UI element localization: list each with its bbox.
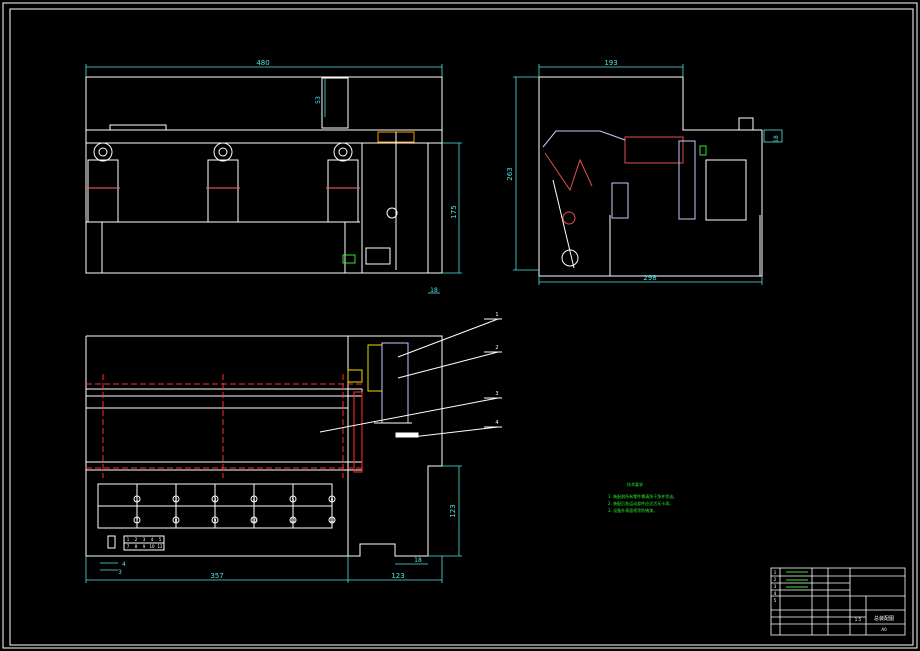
side-gearbox	[705, 159, 747, 221]
front-dim-height: 175	[450, 205, 458, 218]
plan-red-shaft	[353, 391, 363, 473]
plan-lower-rail	[85, 461, 363, 471]
side-dim-small: 18	[773, 135, 780, 143]
legend-label-bottom: 7	[127, 544, 130, 549]
title-block	[770, 567, 906, 636]
plan-dim-width: 357	[210, 572, 223, 580]
front-frame	[85, 76, 443, 274]
front-dim-top: 53	[315, 96, 322, 104]
front-dim-small: 18	[430, 287, 438, 294]
plan-belt	[85, 407, 349, 463]
front-top-bracket	[109, 124, 167, 131]
grid-label-bottom: 7	[136, 518, 139, 523]
front-view	[85, 76, 443, 274]
side-dim-bottom: 298	[643, 274, 656, 282]
title-row-number: 4	[774, 591, 777, 596]
title-row-number: 3	[774, 584, 777, 589]
grid-label-bottom: 10	[251, 518, 257, 523]
side-pivot	[562, 211, 576, 225]
title-block-scale: 1:5	[855, 617, 862, 622]
legend-label-top: 3	[143, 537, 146, 542]
callout-leader-3	[319, 397, 499, 433]
legend-label-bottom: 9	[143, 544, 146, 549]
grid-label-top: 1	[136, 497, 139, 502]
plan-frame	[85, 335, 443, 557]
grid-label-bottom: 9	[214, 518, 217, 523]
front-view-dimensions	[85, 64, 462, 294]
callout-leader-4	[411, 426, 499, 438]
title-block-sheet: A0	[881, 627, 887, 632]
grid-label-top: 2	[175, 497, 178, 502]
plan-dim-height: 123	[449, 504, 457, 517]
front-dim-width: 480	[256, 59, 269, 67]
notes-line-2: 2. 装配后各运动部件应灵活无卡滞。	[608, 500, 673, 506]
notes-title: 技术要求	[627, 481, 643, 487]
grid-label-top: 5	[292, 497, 295, 502]
title-block-row-numbers: 1 2 3 4 5	[774, 570, 777, 603]
outer-border	[2, 2, 918, 649]
legend-label-bottom: 8	[135, 544, 138, 549]
side-dim-height: 263	[506, 167, 514, 180]
side-linkage	[542, 130, 626, 148]
title-row-number: 1	[774, 570, 777, 575]
plan-grid-labels: 1 2 3 4 5 67 8 9 10 11 12	[133, 495, 336, 524]
legend-label-top: 5	[159, 537, 162, 542]
grid-label-bottom: 11	[290, 518, 296, 523]
grid-label-top: 6	[331, 497, 334, 502]
front-motor-box	[365, 247, 391, 265]
side-green-part	[699, 145, 707, 156]
title-block-drawing-name: 总装配图	[874, 615, 894, 622]
plan-callout-labels: 1 2 3 4	[495, 312, 498, 426]
callout-label: 3	[495, 391, 498, 397]
legend-label-bottom: 10	[149, 544, 155, 549]
cad-drawing-canvas: 480 175 53 18 193 263 298 18 1234 1 2 3 …	[2, 2, 918, 649]
side-view-dimensions	[513, 64, 783, 285]
plan-dim-b: 3	[118, 569, 122, 576]
side-cylinder	[611, 182, 629, 219]
grid-label-top: 4	[253, 497, 256, 502]
bearing-stand-1	[86, 142, 120, 223]
title-block-green-marks	[786, 571, 808, 588]
bearing-stand-2	[206, 142, 240, 223]
side-column	[678, 140, 696, 220]
side-view	[538, 76, 763, 277]
grid-label-top: 3	[214, 497, 217, 502]
side-spring	[544, 152, 593, 192]
side-frame	[538, 76, 763, 277]
grid-label-bottom: 12	[329, 518, 335, 523]
notes-line-1: 1. 装配前所有零件需清洗干净并涂油。	[608, 493, 677, 499]
legend-label-bottom: 12	[157, 544, 163, 549]
plan-upper-rail	[85, 388, 363, 397]
title-row-number: 2	[774, 577, 777, 582]
callout-leader-1	[397, 318, 499, 358]
callout-label: 4	[495, 420, 498, 426]
callout-label: 2	[495, 345, 498, 351]
legend-label-top: 1	[127, 537, 130, 542]
grid-label-bottom: 8	[175, 518, 178, 523]
plan-legend-marker	[107, 535, 116, 549]
bearing-stand-3	[326, 142, 360, 223]
side-top-box	[738, 117, 754, 131]
plan-dim-small: 18	[414, 557, 422, 564]
callout-label: 1	[495, 312, 498, 318]
side-roller	[624, 136, 684, 164]
plan-motor	[347, 369, 363, 383]
plan-dim-a: 4	[122, 561, 126, 568]
legend-label-top: 4	[151, 537, 154, 542]
front-parts-list-box	[321, 77, 349, 129]
front-right-housing	[361, 142, 429, 274]
title-row-number: 5	[774, 598, 777, 603]
notes-line-3: 3. 设备外表面喷涂防锈漆。	[608, 507, 657, 513]
legend-label-top: 2	[135, 537, 138, 542]
side-dim-top: 193	[604, 59, 617, 67]
callout-leader-2	[397, 351, 499, 379]
plan-motor-bracket	[367, 344, 383, 392]
plan-dim-right: 123	[391, 572, 404, 580]
